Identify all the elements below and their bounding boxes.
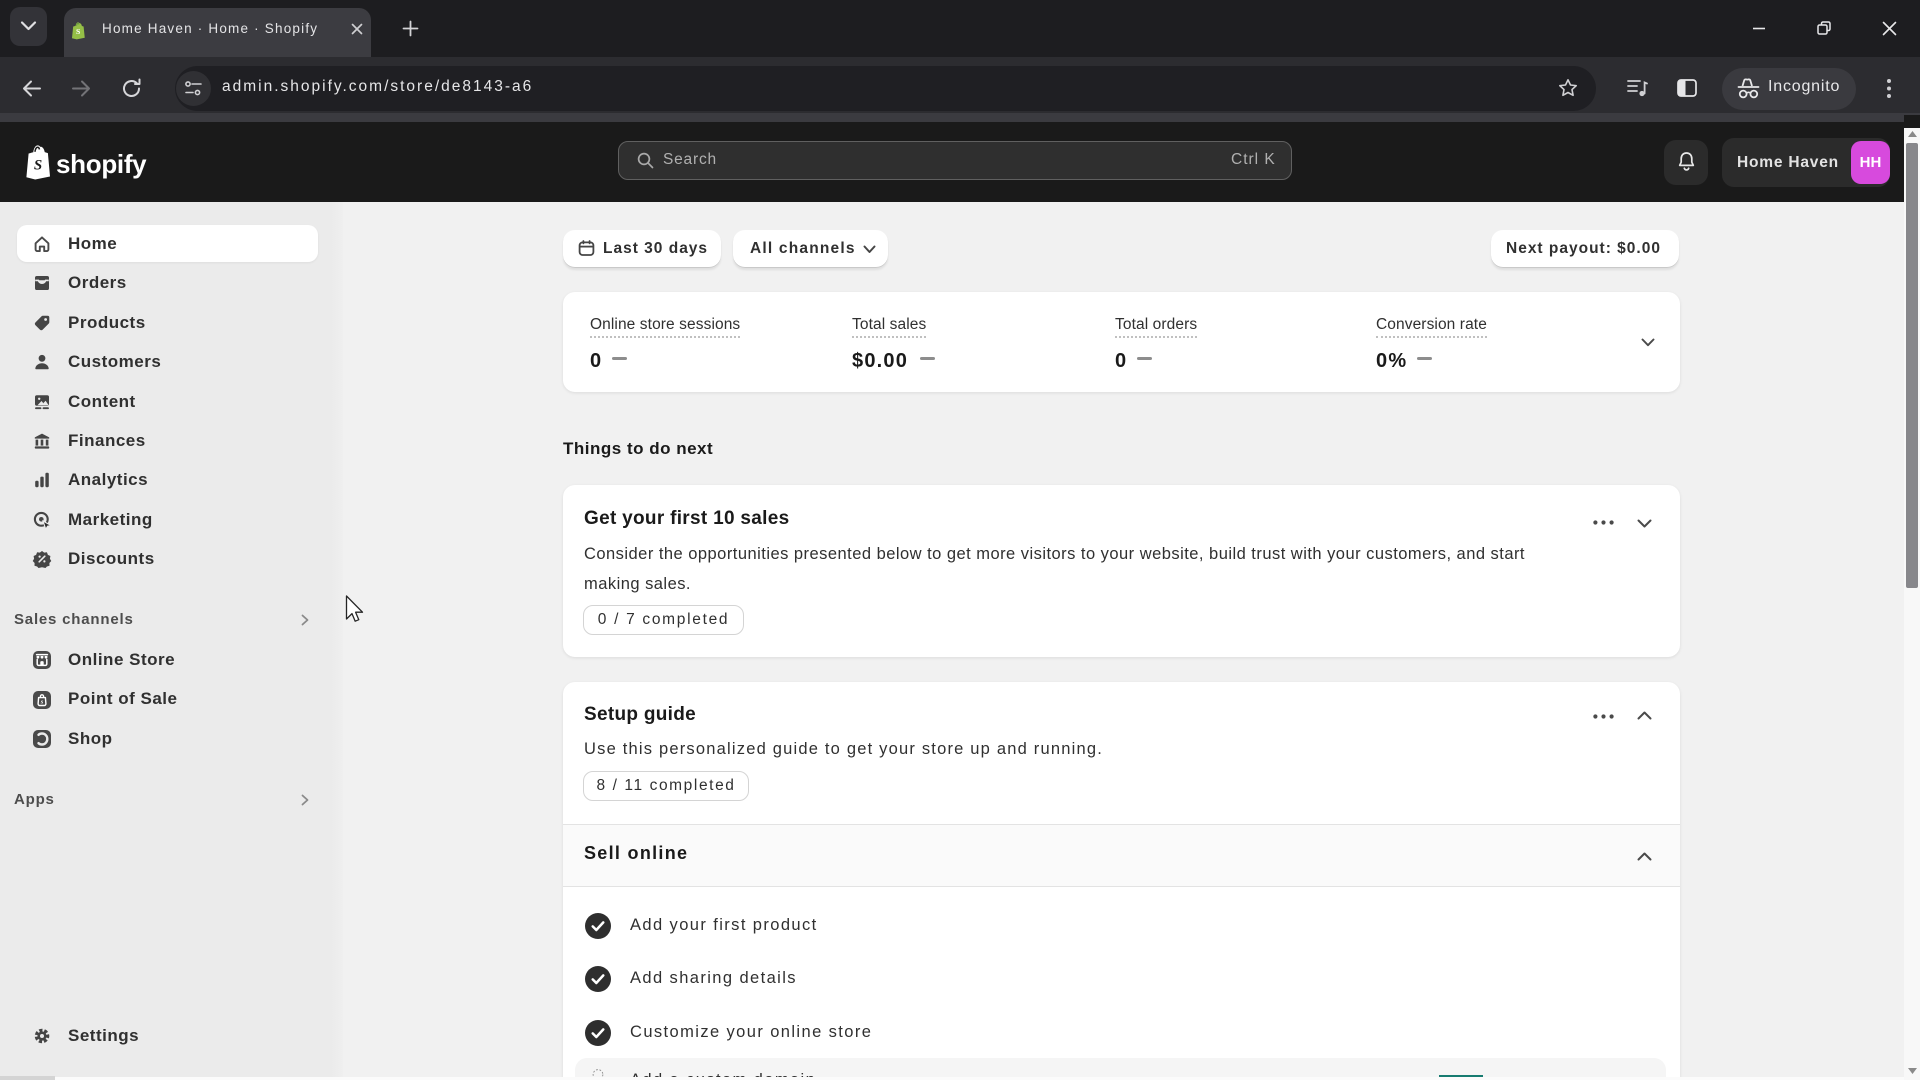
svg-text:S: S bbox=[34, 158, 42, 174]
svg-text:S: S bbox=[76, 27, 80, 36]
svg-text:s: s bbox=[40, 699, 44, 706]
